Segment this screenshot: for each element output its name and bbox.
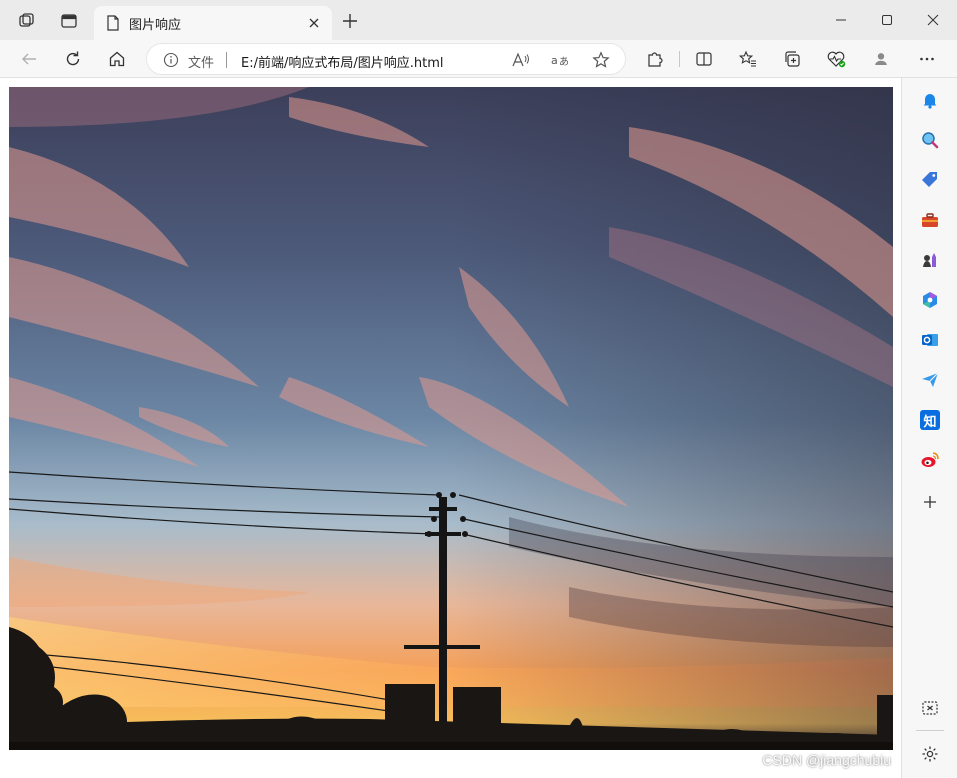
address-bar[interactable]: 文件 E:/前端/响应式布局/图片响应.html a あ: [146, 43, 626, 75]
read-aloud-icon: [512, 52, 529, 67]
close-window-button[interactable]: [910, 0, 956, 40]
refresh-icon: [66, 51, 80, 66]
tag-icon: [922, 172, 937, 187]
title-bar: 图片响应: [0, 0, 957, 40]
split-screen-button[interactable]: [688, 43, 720, 75]
copilot-button[interactable]: [916, 286, 944, 314]
home-button[interactable]: [101, 43, 133, 75]
translate-button[interactable]: a あ: [549, 48, 573, 72]
close-icon: [927, 14, 939, 26]
sunset-photo: [9, 87, 893, 750]
split-screen-icon: [696, 52, 712, 66]
toolbar-divider: [679, 51, 680, 67]
workspaces-button[interactable]: [10, 4, 44, 38]
screenshot-icon: [922, 701, 938, 715]
weibo-icon: [921, 452, 939, 467]
puzzle-icon: [648, 52, 663, 67]
sidebar-settings-button[interactable]: [916, 740, 944, 768]
browser-essentials-button[interactable]: [820, 43, 852, 75]
file-icon: [107, 15, 119, 31]
page-viewport: CSDN @jiangchubiu: [0, 78, 901, 778]
zhihu-label: 知: [923, 414, 937, 430]
close-icon: [309, 18, 319, 28]
toolbox-icon: [922, 213, 938, 227]
edge-sidebar: 知: [901, 78, 957, 778]
outlook-icon: [922, 334, 938, 346]
vertical-tabs-icon: [61, 14, 77, 28]
extensions-button[interactable]: [639, 43, 671, 75]
collections-icon: [785, 51, 800, 67]
tab-close-button[interactable]: [304, 13, 324, 33]
tab-active[interactable]: 图片响应: [94, 6, 332, 40]
search-icon: [922, 132, 939, 149]
settings-icon: [922, 746, 938, 762]
tab-title: 图片响应: [129, 18, 182, 33]
maximize-button[interactable]: [864, 0, 910, 40]
back-arrow-icon: [22, 53, 36, 65]
svg-text:あ: あ: [559, 56, 569, 68]
zhihu-icon: 知: [920, 410, 940, 430]
heart-pulse-icon: [827, 51, 846, 68]
refresh-button[interactable]: [57, 43, 89, 75]
add-favorite-button[interactable]: [589, 48, 613, 72]
collections-button[interactable]: [776, 43, 808, 75]
svg-text:a: a: [551, 54, 558, 67]
screenshot-button[interactable]: [916, 694, 944, 722]
zhihu-button[interactable]: 知: [916, 406, 944, 434]
weibo-button[interactable]: [916, 446, 944, 474]
chess-icon: [923, 253, 936, 267]
search-button[interactable]: [916, 126, 944, 154]
add-sidebar-app-button[interactable]: [916, 488, 944, 516]
add-icon: [924, 496, 936, 508]
sunset-image: [9, 87, 893, 750]
csdn-watermark: CSDN @jiangchubiu: [762, 752, 891, 768]
back-button[interactable]: [13, 43, 45, 75]
profile-icon: [875, 53, 887, 65]
minimize-button[interactable]: [818, 0, 864, 40]
url-text[interactable]: E:/前端/响应式布局/图片响应.html: [241, 52, 443, 71]
sidebar-divider: [916, 730, 944, 731]
favorites-button[interactable]: [732, 43, 764, 75]
shopping-button[interactable]: [916, 166, 944, 194]
omnibox-divider: [226, 52, 227, 68]
info-icon[interactable]: [163, 52, 179, 68]
tools-button[interactable]: [916, 206, 944, 234]
new-tab-button[interactable]: [336, 7, 364, 35]
outlook-button[interactable]: [916, 326, 944, 354]
maximize-icon: [882, 15, 892, 25]
notifications-button[interactable]: [916, 86, 944, 114]
translate-icon: a あ: [551, 54, 569, 68]
copilot-icon: [923, 292, 937, 308]
toolbar: 文件 E:/前端/响应式布局/图片响应.html a あ: [0, 40, 957, 78]
games-button[interactable]: [916, 246, 944, 274]
workspaces-icon: [19, 13, 34, 27]
minimize-icon: [836, 19, 846, 21]
vertical-tabs-button[interactable]: [52, 4, 86, 38]
favorites-icon: [739, 50, 756, 67]
ellipsis-icon: [920, 57, 934, 61]
plus-icon: [343, 14, 357, 28]
send-button[interactable]: [916, 366, 944, 394]
more-button[interactable]: [911, 43, 943, 75]
bell-icon: [923, 94, 937, 109]
site-info-label[interactable]: 文件: [188, 52, 214, 71]
home-icon: [109, 51, 125, 67]
profile-button[interactable]: [865, 43, 897, 75]
star-icon: [592, 51, 610, 68]
read-aloud-button[interactable]: [509, 48, 533, 72]
send-icon: [922, 372, 939, 387]
